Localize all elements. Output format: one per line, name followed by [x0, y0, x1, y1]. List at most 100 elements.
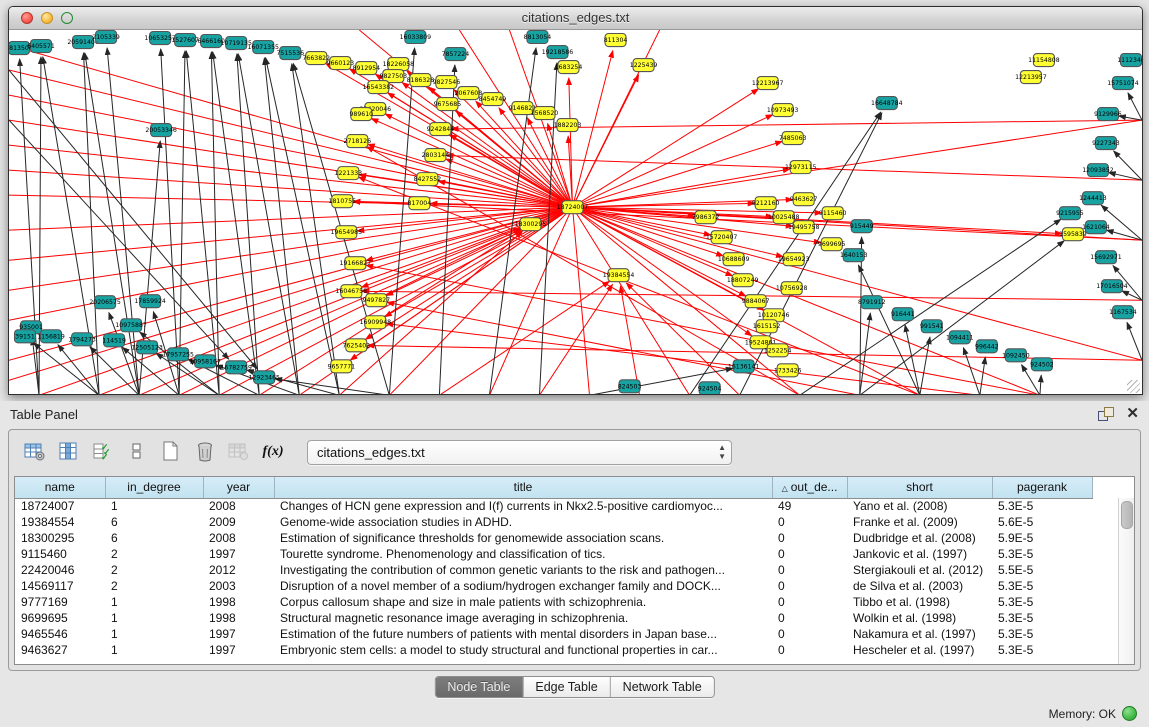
- network-node[interactable]: 1092450: [1002, 349, 1030, 362]
- table-cell[interactable]: Investigating the contribution of common…: [274, 562, 772, 578]
- network-node[interactable]: 9884067: [742, 295, 770, 308]
- network-node[interactable]: 19166827: [340, 257, 372, 270]
- network-node[interactable]: 9129966: [1094, 108, 1122, 121]
- network-node[interactable]: 20053346: [145, 124, 177, 137]
- table-cell[interactable]: Estimation of significance thresholds fo…: [274, 530, 772, 546]
- network-node[interactable]: 924504: [698, 382, 722, 395]
- table-cell[interactable]: Genome-wide association studies in ADHD.: [274, 514, 772, 530]
- table-vertical-scrollbar[interactable]: [1118, 498, 1134, 664]
- network-node[interactable]: 817004: [408, 197, 432, 210]
- table-cell[interactable]: 6: [105, 530, 203, 546]
- network-node[interactable]: 924502: [1030, 358, 1054, 371]
- network-node[interactable]: 19384554: [603, 269, 635, 282]
- network-edge[interactable]: [9, 95, 572, 207]
- table-cell[interactable]: 2: [105, 562, 203, 578]
- table-cell[interactable]: 2: [105, 578, 203, 594]
- network-node[interactable]: 9657771: [328, 360, 356, 373]
- table-cell[interactable]: 9115460: [15, 546, 105, 562]
- table-cell[interactable]: 1: [105, 594, 203, 610]
- network-node[interactable]: 824503: [618, 380, 642, 393]
- network-edge[interactable]: [389, 48, 414, 395]
- network-node[interactable]: 8454749: [479, 93, 507, 106]
- network-node[interactable]: 9699695: [818, 238, 846, 251]
- table-cell[interactable]: 5.5E-5: [992, 562, 1092, 578]
- table-cell[interactable]: 0: [772, 642, 847, 658]
- network-node[interactable]: 12093852: [1082, 164, 1114, 177]
- table-cell[interactable]: 22420046: [15, 562, 105, 578]
- network-node[interactable]: 15751074: [1107, 77, 1139, 90]
- import-table-icon[interactable]: [225, 439, 253, 465]
- table-cell[interactable]: 0: [772, 514, 847, 530]
- column-visibility-icon[interactable]: [55, 439, 83, 465]
- table-cell[interactable]: 0: [772, 546, 847, 562]
- table-cell[interactable]: Nakamura et al. (1997): [847, 626, 992, 642]
- network-node[interactable]: 12973115: [785, 161, 817, 174]
- table-cell[interactable]: 5.6E-5: [992, 514, 1092, 530]
- network-node[interactable]: 811304: [604, 34, 628, 47]
- table-cell[interactable]: 0: [772, 530, 847, 546]
- network-node[interactable]: 8813054: [524, 31, 552, 44]
- table-cell[interactable]: Stergiakouli et al. (2012): [847, 562, 992, 578]
- network-node[interactable]: 989610: [349, 108, 373, 121]
- column-header-pagerank[interactable]: pagerank: [992, 477, 1092, 498]
- network-node[interactable]: 12923465: [248, 371, 280, 384]
- network-node[interactable]: 7515536: [276, 47, 304, 60]
- network-node[interactable]: 9227343: [1092, 137, 1120, 150]
- table-cell[interactable]: Jankovic et al. (1997): [847, 546, 992, 562]
- network-edge[interactable]: [572, 89, 758, 207]
- table-cell[interactable]: 2009: [203, 514, 274, 530]
- network-node[interactable]: 916441: [891, 308, 915, 321]
- table-cell[interactable]: 0: [772, 626, 847, 642]
- network-edge[interactable]: [1040, 375, 1041, 395]
- network-edge[interactable]: [339, 232, 522, 395]
- table-cell[interactable]: 0: [772, 562, 847, 578]
- network-node[interactable]: 9242844: [427, 123, 455, 136]
- table-row[interactable]: 946554611997Estimation of the future num…: [15, 626, 1092, 642]
- column-header-name[interactable]: name: [15, 477, 105, 498]
- table-cell[interactable]: 2012: [203, 562, 274, 578]
- close-panel-icon[interactable]: ✕: [1126, 407, 1139, 421]
- table-cell[interactable]: 1: [105, 498, 203, 514]
- table-cell[interactable]: 9699695: [15, 610, 105, 626]
- table-cell[interactable]: 14569117: [15, 578, 105, 594]
- network-edge[interactable]: [90, 347, 139, 395]
- table-cell[interactable]: 2008: [203, 498, 274, 514]
- table-row[interactable]: 946362711997Embryonic stem cells: a mode…: [15, 642, 1092, 658]
- table-cell[interactable]: 5.3E-5: [992, 610, 1092, 626]
- network-node[interactable]: 8427552: [414, 173, 442, 186]
- table-cell[interactable]: Structural magnetic resonance image aver…: [274, 610, 772, 626]
- network-edge[interactable]: [99, 228, 520, 395]
- network-node[interactable]: 1252254: [764, 344, 792, 357]
- network-node[interactable]: 991541: [920, 320, 944, 333]
- network-node[interactable]: 7857224: [442, 48, 470, 61]
- network-node[interactable]: 17016504: [1096, 280, 1128, 293]
- table-cell[interactable]: 2: [105, 546, 203, 562]
- network-node[interactable]: 8912954: [353, 62, 381, 75]
- table-row[interactable]: 1872400712008Changes of HCN gene express…: [15, 498, 1092, 514]
- network-node[interactable]: 16136141: [728, 360, 760, 373]
- table-cell[interactable]: Dudbridge et al. (2008): [847, 530, 992, 546]
- network-edge[interactable]: [58, 345, 99, 395]
- table-cell[interactable]: 9465546: [15, 626, 105, 642]
- table-cell[interactable]: 2008: [203, 530, 274, 546]
- minimize-window-button[interactable]: [41, 12, 53, 24]
- new-table-icon[interactable]: [157, 439, 185, 465]
- table-cell[interactable]: Disruption of a novel member of a sodium…: [274, 578, 772, 594]
- network-edge[interactable]: [572, 30, 659, 207]
- table-cell[interactable]: 1997: [203, 642, 274, 658]
- table-cell[interactable]: 1997: [203, 546, 274, 562]
- network-node[interactable]: 12213957: [1015, 71, 1047, 84]
- network-edge[interactable]: [1128, 93, 1142, 120]
- table-cell[interactable]: Franke et al. (2009): [847, 514, 992, 530]
- table-cell[interactable]: Yano et al. (2008): [847, 498, 992, 514]
- table-cell[interactable]: 1998: [203, 610, 274, 626]
- network-edge[interactable]: [9, 120, 572, 207]
- network-node[interactable]: 12505123: [131, 341, 163, 354]
- table-cell[interactable]: 1: [105, 610, 203, 626]
- network-node[interactable]: 1527607: [171, 34, 199, 47]
- network-node[interactable]: 1794273: [68, 333, 96, 346]
- table-row[interactable]: 977716911998Corpus callosum shape and si…: [15, 594, 1092, 610]
- column-header-title[interactable]: title: [274, 477, 772, 498]
- network-node[interactable]: 16033809: [400, 31, 432, 44]
- column-header-year[interactable]: year: [203, 477, 274, 498]
